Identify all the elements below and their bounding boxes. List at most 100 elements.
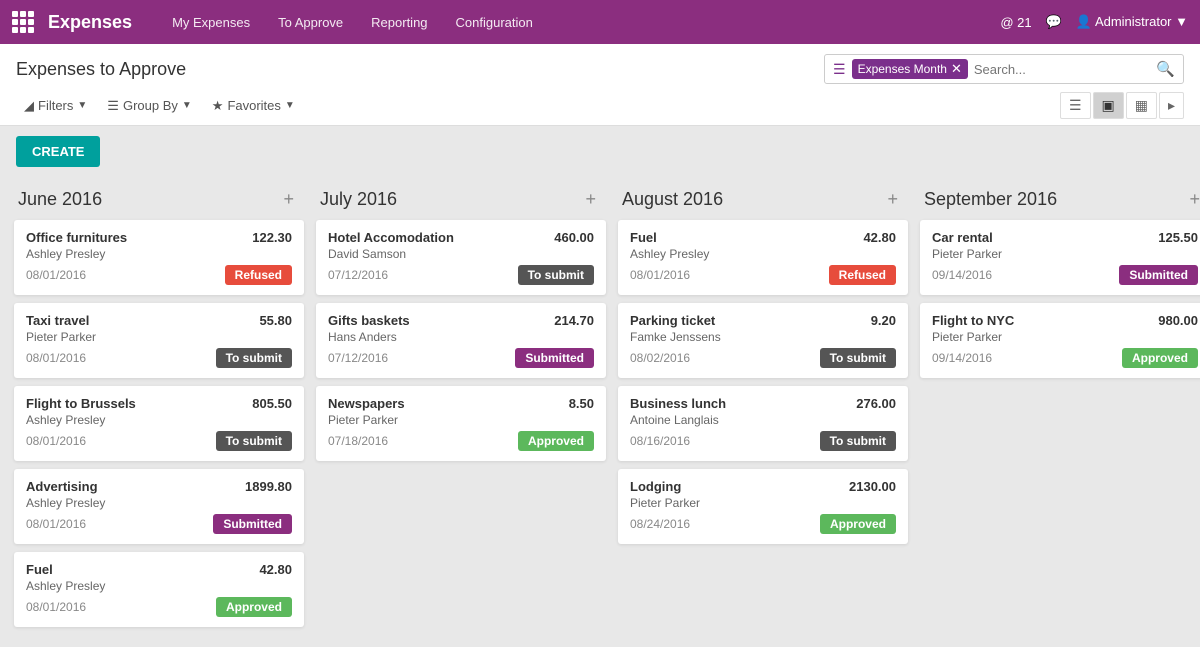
status-badge: Approved — [518, 431, 594, 451]
nav-reporting[interactable]: Reporting — [359, 9, 439, 36]
card-amount: 125.50 — [1158, 230, 1198, 245]
group-by-btn[interactable]: ☰ Group By ▼ — [99, 94, 199, 118]
search-area: ☰ Expenses Month ✕ 🔍 — [824, 54, 1184, 84]
nav-to-approve[interactable]: To Approve — [266, 9, 355, 36]
kanban-card[interactable]: Gifts baskets 214.70 Hans Anders 07/12/2… — [316, 303, 606, 378]
card-top: Fuel 42.80 — [26, 562, 292, 577]
search-icon[interactable]: 🔍 — [1156, 60, 1175, 78]
card-date: 08/01/2016 — [26, 434, 86, 448]
card-title: Flight to NYC — [932, 313, 1014, 328]
remove-tag-btn[interactable]: ✕ — [951, 61, 962, 77]
filter-icon: ◢ — [24, 98, 34, 114]
status-badge: To submit — [216, 431, 292, 451]
kanban-card[interactable]: Flight to Brussels 805.50 Ashley Presley… — [14, 386, 304, 461]
card-date: 07/12/2016 — [328, 351, 388, 365]
kanban-card[interactable]: Fuel 42.80 Ashley Presley 08/01/2016 Ref… — [618, 220, 908, 295]
kanban-card[interactable]: Business lunch 276.00 Antoine Langlais 0… — [618, 386, 908, 461]
card-person: Ashley Presley — [26, 247, 292, 261]
card-bottom: 08/01/2016 To submit — [26, 431, 292, 451]
card-person: Ashley Presley — [26, 579, 292, 593]
kanban-card[interactable]: Lodging 2130.00 Pieter Parker 08/24/2016… — [618, 469, 908, 544]
column-add-btn[interactable]: + — [579, 187, 602, 212]
status-badge: Approved — [216, 597, 292, 617]
list-view-btn[interactable]: ☰ — [1060, 92, 1091, 119]
card-title: Newspapers — [328, 396, 405, 411]
card-person: David Samson — [328, 247, 594, 261]
kanban-column: September 2016+ Car rental 125.50 Pieter… — [920, 177, 1200, 635]
kanban-card[interactable]: Office furnitures 122.30 Ashley Presley … — [14, 220, 304, 295]
topbar-right: @ 21 💬 👤 Administrator ▼ — [1000, 14, 1188, 30]
card-top: Business lunch 276.00 — [630, 396, 896, 411]
card-title: Lodging — [630, 479, 681, 494]
kanban-card[interactable]: Taxi travel 55.80 Pieter Parker 08/01/20… — [14, 303, 304, 378]
card-person: Hans Anders — [328, 330, 594, 344]
column-header: June 2016+ — [14, 177, 304, 220]
card-top: Car rental 125.50 — [932, 230, 1198, 245]
kanban-card[interactable]: Car rental 125.50 Pieter Parker 09/14/20… — [920, 220, 1200, 295]
card-amount: 55.80 — [259, 313, 292, 328]
card-person: Ashley Presley — [26, 496, 292, 510]
list-icon: ☰ — [833, 61, 846, 78]
card-bottom: 08/01/2016 Approved — [26, 597, 292, 617]
card-bottom: 08/01/2016 Refused — [630, 265, 896, 285]
card-title: Taxi travel — [26, 313, 89, 328]
search-input[interactable] — [974, 62, 1150, 77]
chat-icon[interactable]: 💬 — [1046, 14, 1062, 30]
card-date: 08/01/2016 — [26, 268, 86, 282]
kanban-column: June 2016+ Office furnitures 122.30 Ashl… — [14, 177, 304, 635]
create-button[interactable]: CREATE — [16, 136, 100, 167]
card-person: Pieter Parker — [26, 330, 292, 344]
main-nav: My Expenses To Approve Reporting Configu… — [160, 9, 992, 36]
status-badge: To submit — [216, 348, 292, 368]
kanban-column: August 2016+ Fuel 42.80 Ashley Presley 0… — [618, 177, 908, 635]
favorites-btn[interactable]: ★ Favorites ▼ — [204, 94, 303, 118]
kanban-view-btn[interactable]: ▣ — [1093, 92, 1124, 119]
column-add-btn[interactable]: + — [1183, 187, 1200, 212]
card-title: Flight to Brussels — [26, 396, 136, 411]
card-person: Ashley Presley — [630, 247, 896, 261]
card-date: 08/01/2016 — [630, 268, 690, 282]
kanban-card[interactable]: Advertising 1899.80 Ashley Presley 08/01… — [14, 469, 304, 544]
groupby-icon: ☰ — [107, 98, 119, 114]
card-title: Hotel Accomodation — [328, 230, 454, 245]
card-top: Advertising 1899.80 — [26, 479, 292, 494]
user-menu[interactable]: 👤 Administrator ▼ — [1076, 14, 1188, 30]
grid-view-btn[interactable]: ▦ — [1126, 92, 1157, 119]
card-title: Advertising — [26, 479, 98, 494]
nav-configuration[interactable]: Configuration — [444, 9, 545, 36]
card-amount: 460.00 — [554, 230, 594, 245]
card-person: Ashley Presley — [26, 413, 292, 427]
kanban-card[interactable]: Hotel Accomodation 460.00 David Samson 0… — [316, 220, 606, 295]
card-title: Fuel — [630, 230, 657, 245]
subheader-top: Expenses to Approve ☰ Expenses Month ✕ 🔍 — [16, 54, 1184, 84]
card-bottom: 08/01/2016 To submit — [26, 348, 292, 368]
column-add-btn[interactable]: + — [277, 187, 300, 212]
column-title: July 2016 — [320, 189, 397, 210]
kanban-card[interactable]: Newspapers 8.50 Pieter Parker 07/18/2016… — [316, 386, 606, 461]
chart-view-btn[interactable]: ▸ — [1159, 92, 1184, 119]
card-bottom: 08/01/2016 Submitted — [26, 514, 292, 534]
card-title: Gifts baskets — [328, 313, 410, 328]
notification-badge[interactable]: @ 21 — [1000, 15, 1031, 30]
create-row: CREATE — [0, 126, 1200, 177]
status-badge: Approved — [820, 514, 896, 534]
status-badge: Submitted — [213, 514, 292, 534]
kanban-card[interactable]: Fuel 42.80 Ashley Presley 08/01/2016 App… — [14, 552, 304, 627]
nav-my-expenses[interactable]: My Expenses — [160, 9, 262, 36]
card-top: Newspapers 8.50 — [328, 396, 594, 411]
filters-btn[interactable]: ◢ Filters ▼ — [16, 94, 95, 118]
card-amount: 42.80 — [259, 562, 292, 577]
column-header: September 2016+ — [920, 177, 1200, 220]
kanban-card[interactable]: Parking ticket 9.20 Famke Jenssens 08/02… — [618, 303, 908, 378]
column-add-btn[interactable]: + — [881, 187, 904, 212]
card-date: 08/01/2016 — [26, 351, 86, 365]
card-bottom: 08/24/2016 Approved — [630, 514, 896, 534]
column-header: July 2016 + — [316, 177, 606, 220]
kanban-column: July 2016 + Hotel Accomodation 460.00 Dav… — [316, 177, 606, 635]
status-badge: Submitted — [1119, 265, 1198, 285]
apps-icon[interactable] — [12, 11, 34, 33]
toolbar-row: ◢ Filters ▼ ☰ Group By ▼ ★ Favorites ▼ ☰… — [16, 92, 1184, 119]
kanban-card[interactable]: Flight to NYC 980.00 Pieter Parker 09/14… — [920, 303, 1200, 378]
card-bottom: 08/02/2016 To submit — [630, 348, 896, 368]
card-date: 07/12/2016 — [328, 268, 388, 282]
